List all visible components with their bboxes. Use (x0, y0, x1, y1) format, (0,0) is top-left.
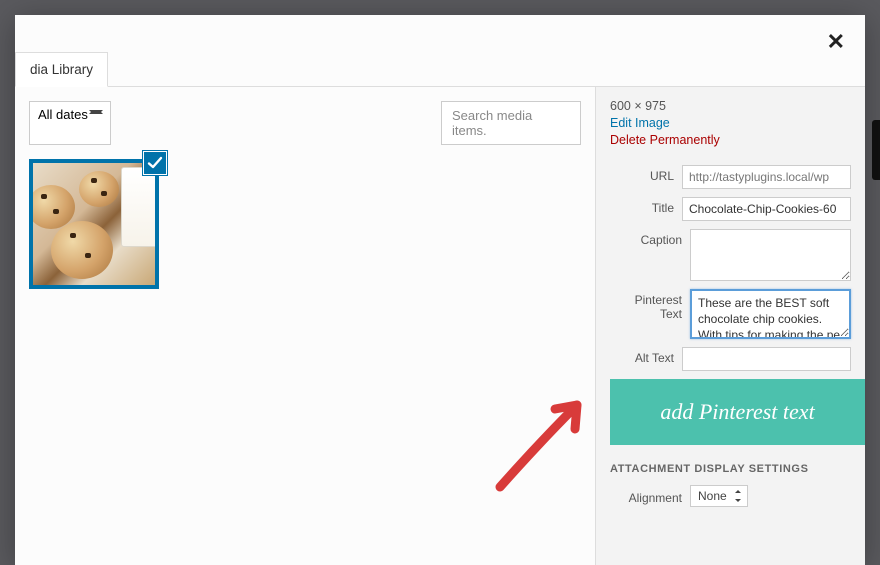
tab-media-library[interactable]: dia Library (15, 52, 108, 87)
alignment-label: Alignment (610, 487, 690, 505)
image-dimensions: 600 × 975 (610, 99, 851, 113)
check-icon[interactable] (143, 151, 167, 175)
edit-image-link[interactable]: Edit Image (610, 116, 851, 130)
search-input[interactable]: Search media items. (441, 101, 581, 145)
modal-content: All dates Search media items. (15, 87, 865, 565)
title-label: Title (610, 197, 682, 215)
pinterest-text-label: Pinterest Text (610, 289, 690, 321)
url-label: URL (610, 165, 682, 183)
decorative-edge (872, 120, 880, 180)
title-field[interactable] (682, 197, 851, 221)
delete-permanently-link[interactable]: Delete Permanently (610, 133, 851, 147)
alt-text-label: Alt Text (610, 347, 682, 365)
annotation-arrow (485, 387, 595, 497)
tab-bar: dia Library (15, 15, 865, 87)
media-modal: ✕ dia Library All dates Search media ite… (15, 15, 865, 565)
alignment-select[interactable]: None (690, 485, 748, 507)
media-grid-area: All dates Search media items. (15, 87, 595, 565)
date-filter-select[interactable]: All dates (29, 101, 111, 145)
alt-text-field[interactable] (682, 347, 851, 371)
pinterest-text-field[interactable] (690, 289, 851, 339)
attachment-details-sidebar: 600 × 975 Edit Image Delete Permanently … (595, 87, 865, 565)
media-toolbar: All dates Search media items. (29, 101, 581, 145)
caption-field[interactable] (690, 229, 851, 281)
caption-label: Caption (610, 229, 690, 247)
annotation-callout: add Pinterest text (610, 379, 865, 445)
thumbnail-image (29, 159, 159, 289)
media-thumbnail-selected[interactable] (29, 159, 159, 289)
url-field[interactable] (682, 165, 851, 189)
attachment-display-header: ATTACHMENT DISPLAY SETTINGS (610, 463, 851, 475)
